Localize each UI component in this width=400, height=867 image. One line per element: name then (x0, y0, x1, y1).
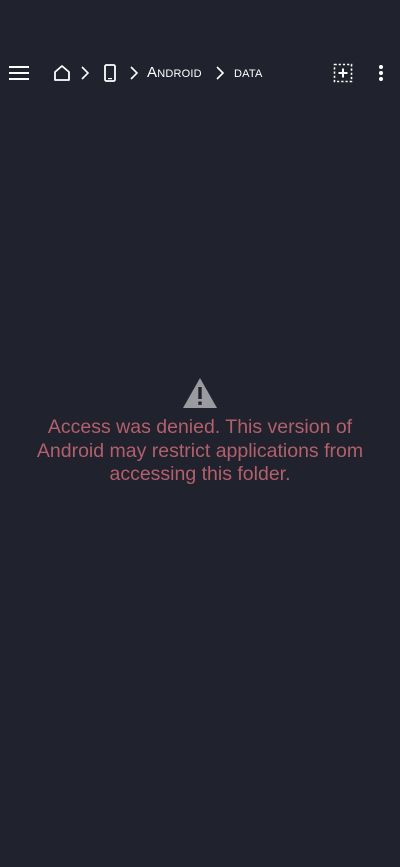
top-toolbar: Android data (0, 50, 400, 98)
breadcrumb-data[interactable]: data (234, 61, 263, 85)
device-storage-button[interactable] (99, 59, 121, 87)
overflow-menu-button[interactable] (370, 59, 392, 87)
breadcrumb-android[interactable]: Android (147, 61, 202, 85)
home-button[interactable] (50, 59, 74, 87)
warning-icon (183, 378, 217, 408)
select-button[interactable] (329, 59, 357, 87)
hamburger-menu-icon (9, 66, 29, 80)
access-denied-message: Access was denied. This version of Andro… (20, 376, 380, 487)
select-all-icon (333, 63, 353, 83)
menu-button[interactable] (4, 58, 34, 88)
breadcrumb-label: data (234, 64, 263, 81)
chevron-right-icon (127, 61, 141, 85)
home-icon (54, 65, 70, 81)
more-vert-icon (379, 65, 383, 81)
file-browser-screen: Android data Access was denied. This ver… (0, 0, 400, 867)
chevron-right-icon (213, 61, 227, 85)
phone-icon (104, 64, 116, 82)
breadcrumb-label: Android (147, 64, 202, 81)
error-message-text: Access was denied. This version of Andro… (36, 416, 364, 485)
chevron-right-icon (78, 61, 92, 85)
